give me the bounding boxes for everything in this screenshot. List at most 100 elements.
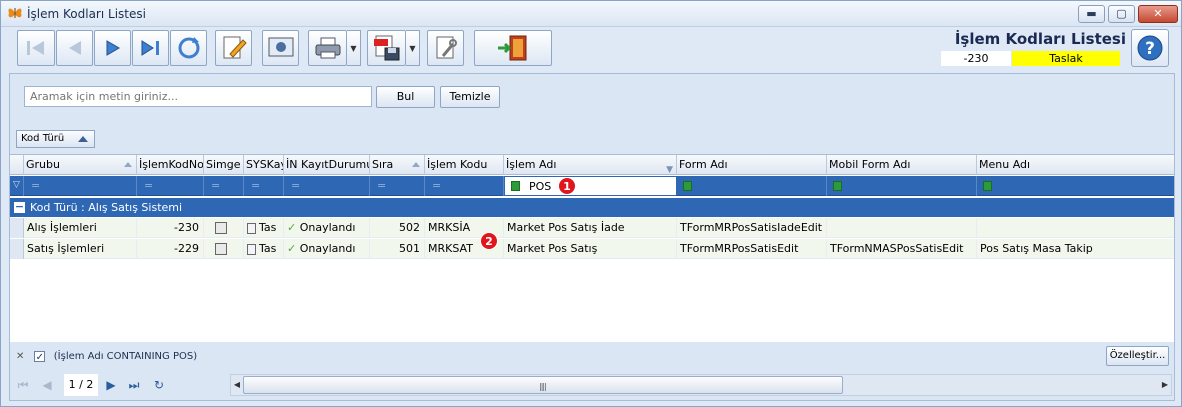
cell-adi: Market Pos Satış İade <box>504 218 677 238</box>
filter-cell-formadi[interactable] <box>677 176 827 196</box>
column-header-sira[interactable]: Sıra <box>370 155 425 175</box>
help-icon: ? <box>1137 35 1163 61</box>
preview-icon <box>268 37 293 57</box>
print-button[interactable] <box>308 30 347 66</box>
cell-sira: 502 <box>370 218 425 238</box>
cell-simge <box>204 218 244 238</box>
export-dropdown[interactable]: ▼ <box>406 30 420 66</box>
exit-button[interactable] <box>474 30 552 66</box>
cell-form: TFormMRPosSatisIadeEdit <box>677 218 827 238</box>
group-label: Kod Türü : Alış Satış Sistemi <box>30 201 183 214</box>
collapse-icon[interactable]: − <box>14 201 25 213</box>
clear-button[interactable]: Temizle <box>440 86 500 108</box>
print-dropdown[interactable]: ▼ <box>347 30 361 66</box>
filter-cell-islemadi[interactable]: POS <box>504 176 677 196</box>
clear-filter-icon[interactable]: ✕ <box>16 351 24 362</box>
funnel-icon: ▽ <box>13 180 20 190</box>
transaction-type-icon <box>215 222 227 234</box>
transaction-type-icon <box>215 243 227 255</box>
horizontal-scrollbar[interactable]: ◀ |||| ▶ <box>230 374 1172 396</box>
tools-icon <box>436 36 457 59</box>
preview-button[interactable] <box>262 30 299 66</box>
column-header-islemkodu[interactable]: İşlem Kodu <box>425 155 504 175</box>
butterfly-icon <box>7 5 23 21</box>
edit-button[interactable] <box>215 30 252 66</box>
row-indicator <box>10 218 24 238</box>
cell-mobil <box>827 218 977 238</box>
maximize-button[interactable]: ▢ <box>1108 5 1135 23</box>
filter-cell-grubu[interactable]: = <box>24 176 137 196</box>
export-pdf-icon <box>373 35 399 61</box>
column-header-formadi[interactable]: Form Adı <box>677 155 827 175</box>
edit-icon <box>223 36 247 59</box>
record-code: -230 <box>941 51 1011 66</box>
column-header-kayitdurumu[interactable]: İN KayıtDurumu <box>284 155 370 175</box>
column-header-islemadi[interactable]: İşlem Adı ▼ <box>504 155 677 175</box>
customize-button[interactable]: Özelleştir... <box>1106 346 1169 366</box>
exit-icon <box>498 35 527 61</box>
equals-icon: = <box>432 179 442 192</box>
export-pdf-button[interactable] <box>367 30 406 66</box>
previous-page-icon[interactable]: ◀ <box>38 376 56 394</box>
column-header-syskay[interactable]: SYSKay <box>244 155 284 175</box>
next-record-button[interactable] <box>94 30 131 66</box>
data-grid: Grubu İşlemKodNo Simge SYSKay İN KayıtDu… <box>10 154 1174 342</box>
help-button[interactable]: ? <box>1131 29 1169 67</box>
equals-icon: = <box>31 179 41 192</box>
column-header-simge[interactable]: Simge <box>204 155 244 175</box>
find-button[interactable]: Bul <box>376 86 435 108</box>
scroll-right-icon[interactable]: ▶ <box>1160 379 1170 391</box>
filter-cell-mobilformadi[interactable] <box>827 176 977 196</box>
first-page-icon[interactable]: ⏮ <box>14 376 32 394</box>
cell-kodno: -230 <box>137 218 204 238</box>
cell-simge <box>204 239 244 259</box>
minimize-button[interactable]: ▬ <box>1078 5 1105 23</box>
search-input[interactable] <box>24 86 372 107</box>
filter-cell-menuadi[interactable] <box>977 176 1174 196</box>
tools-button[interactable] <box>427 30 464 66</box>
cell-kodno: -229 <box>137 239 204 259</box>
page-indicator: 1 / 2 <box>64 374 98 396</box>
cell-menu <box>977 218 1174 238</box>
grip-icon: |||| <box>539 382 547 391</box>
filter-enabled-checkbox[interactable] <box>33 349 45 367</box>
table-row[interactable]: Satış İşlemleri -229 Tas ✓ Onaylandı 501… <box>10 239 1174 259</box>
column-header-grubu[interactable]: Grubu <box>24 155 137 175</box>
refresh-page-icon[interactable]: ↻ <box>150 376 168 394</box>
document-icon <box>247 243 256 255</box>
filter-value: POS <box>529 180 552 193</box>
column-header-islemkodno[interactable]: İşlemKodNo <box>137 155 204 175</box>
filter-cell-islemkodno[interactable]: = <box>137 176 204 196</box>
equals-icon: = <box>144 179 154 192</box>
table-row[interactable]: Alış İşlemleri -230 Tas ✓ Onaylandı 502 … <box>10 218 1174 238</box>
filter-cell-simge[interactable]: = <box>204 176 244 196</box>
contains-operator-icon <box>983 181 992 191</box>
filter-cell-syskay[interactable]: = <box>244 176 284 196</box>
scrollbar-thumb[interactable]: |||| <box>243 376 843 394</box>
cell-grubu: Satış İşlemleri <box>24 239 137 259</box>
group-by-chip[interactable]: Kod Türü <box>16 130 95 148</box>
last-page-icon[interactable]: ⏭ <box>125 376 143 394</box>
filter-cell-sira[interactable]: = <box>370 176 425 196</box>
grid-header: Grubu İşlemKodNo Simge SYSKay İN KayıtDu… <box>10 155 1174 175</box>
filter-row: ▽ = = = = = = = POS <box>10 176 1174 196</box>
previous-record-button[interactable] <box>56 30 93 66</box>
next-page-icon[interactable]: ▶ <box>102 376 120 394</box>
column-header-menuadi[interactable]: Menu Adı <box>977 155 1174 175</box>
filter-expression[interactable]: (İşlem Adı CONTAINING POS) <box>54 351 197 362</box>
callout-badge-1: 1 <box>558 177 576 195</box>
filter-cell-kayitdurumu[interactable]: = <box>284 176 370 196</box>
column-header-mobilformadi[interactable]: Mobil Form Adı <box>827 155 977 175</box>
page-title: İşlem Kodları Listesi <box>954 30 1126 48</box>
cell-sira: 501 <box>370 239 425 259</box>
last-record-button[interactable] <box>132 30 169 66</box>
group-row[interactable]: − Kod Türü : Alış Satış Sistemi <box>10 198 1174 217</box>
callout-badge-2: 2 <box>480 232 498 250</box>
close-button[interactable]: ✕ <box>1138 5 1178 23</box>
title-bar: İşlem Kodları Listesi ▬ ▢ ✕ <box>1 1 1181 27</box>
refresh-button[interactable] <box>170 30 207 66</box>
scroll-left-icon[interactable]: ◀ <box>232 379 242 391</box>
first-record-button[interactable] <box>17 30 55 66</box>
sort-ascending-icon <box>412 162 420 167</box>
filter-cell-islemkodu[interactable]: = <box>425 176 504 196</box>
